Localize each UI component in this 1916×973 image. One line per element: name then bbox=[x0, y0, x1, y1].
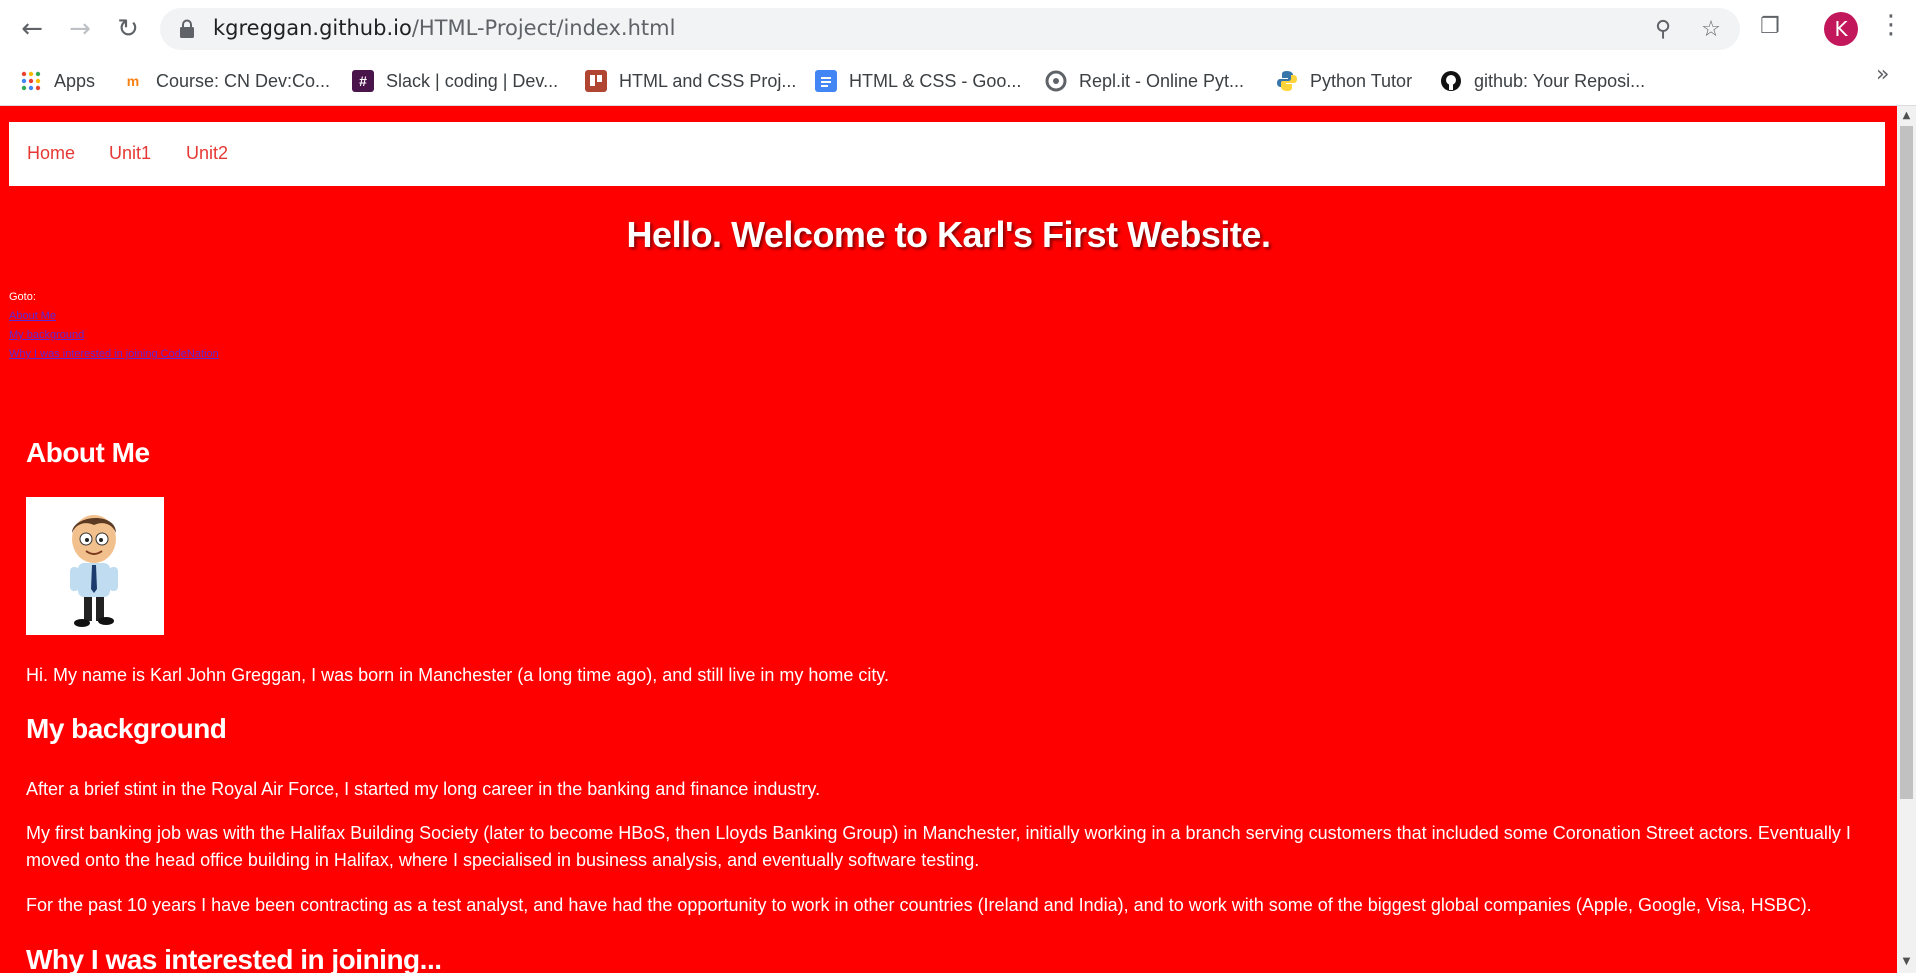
bookmark-label: github: Your Reposi... bbox=[1474, 70, 1646, 91]
site-nav: Home Unit1 Unit2 bbox=[9, 122, 1885, 186]
bookmark-label: Python Tutor bbox=[1310, 70, 1413, 91]
zoom-icon[interactable]: ⚲ bbox=[1650, 16, 1676, 42]
background-heading: My background bbox=[26, 713, 227, 744]
profile-cartoon-image bbox=[26, 497, 164, 635]
background-paragraph-3: For the past 10 years I have been contra… bbox=[26, 895, 1812, 915]
bookmark-google-docs[interactable]: HTML & CSS - Goo... bbox=[815, 66, 1021, 96]
background-paragraph-1: After a brief stint in the Royal Air For… bbox=[26, 779, 821, 799]
bookmark-apps[interactable]: Apps bbox=[20, 66, 95, 96]
python-icon bbox=[1276, 70, 1298, 92]
browser-toolbar: ← → ↻ kgreggan.github.io/HTML-Project/in… bbox=[0, 0, 1916, 58]
nav-unit1-link[interactable]: Unit1 bbox=[109, 143, 151, 164]
bookmarks-overflow-icon[interactable]: » bbox=[1876, 62, 1889, 87]
bookmark-label: Repl.it - Online Pyt... bbox=[1079, 70, 1245, 91]
back-icon[interactable]: ← bbox=[12, 10, 52, 48]
goto-background-link[interactable]: My background bbox=[9, 326, 219, 345]
why-heading: Why I was interested in joining... bbox=[26, 944, 442, 973]
github-icon bbox=[1440, 70, 1462, 92]
goto-label: Goto: bbox=[9, 291, 36, 303]
bookmark-python-tutor[interactable]: Python Tutor bbox=[1276, 66, 1412, 96]
replit-icon bbox=[1045, 70, 1067, 92]
about-heading: About Me bbox=[26, 437, 150, 468]
goto-menu: Goto: About Me My background Why I was i… bbox=[9, 288, 219, 364]
bookmarks-bar: Apps m Course: CN Dev:Co... # Slack | co… bbox=[0, 58, 1916, 106]
scroll-down-icon[interactable]: ▼ bbox=[1897, 956, 1916, 970]
profile-avatar[interactable]: K bbox=[1824, 12, 1858, 46]
url-host: kgreggan.github.io bbox=[213, 16, 412, 40]
nav-unit2-link[interactable]: Unit2 bbox=[186, 143, 228, 164]
bookmark-star-icon[interactable]: ☆ bbox=[1698, 16, 1724, 42]
url-path: /HTML-Project/index.html bbox=[411, 16, 676, 40]
bookmark-slack[interactable]: # Slack | coding | Dev... bbox=[352, 66, 558, 96]
goto-about-link[interactable]: About Me bbox=[9, 307, 219, 326]
about-text: Hi. My name is Karl John Greggan, I was … bbox=[26, 665, 890, 685]
slack-icon: # bbox=[352, 70, 374, 92]
google-docs-icon bbox=[815, 70, 837, 92]
reload-icon[interactable]: ↻ bbox=[108, 10, 148, 48]
lock-icon bbox=[180, 19, 194, 38]
background-paragraph-2: My first banking job was with the Halifa… bbox=[26, 823, 1851, 870]
page-viewport: Home Unit1 Unit2 Hello. Welcome to Karl'… bbox=[0, 106, 1897, 973]
bookmark-trello[interactable]: HTML and CSS Proj... bbox=[585, 66, 796, 96]
bookmark-label: Apps bbox=[54, 70, 96, 91]
bookmark-course[interactable]: m Course: CN Dev:Co... bbox=[122, 66, 330, 96]
scroll-thumb[interactable] bbox=[1900, 126, 1913, 799]
page-title: Hello. Welcome to Karl's First Website. bbox=[626, 214, 1271, 255]
bookmark-label: Course: CN Dev:Co... bbox=[156, 70, 331, 91]
bookmark-replit[interactable]: Repl.it - Online Pyt... bbox=[1045, 66, 1244, 96]
url-text[interactable]: kgreggan.github.io/HTML-Project/index.ht… bbox=[213, 16, 675, 40]
forward-icon[interactable]: → bbox=[60, 10, 100, 48]
address-bar[interactable]: kgreggan.github.io/HTML-Project/index.ht… bbox=[160, 8, 1740, 50]
bookmark-github[interactable]: github: Your Reposi... bbox=[1440, 66, 1645, 96]
nav-home-link[interactable]: Home bbox=[27, 143, 75, 164]
apps-grid-icon bbox=[20, 70, 42, 92]
page-scrollbar[interactable]: ▲ ▼ bbox=[1897, 106, 1916, 973]
goto-why-link[interactable]: Why I was interested in joining CodeNati… bbox=[9, 345, 219, 364]
browser-menu-icon[interactable]: ⋮ bbox=[1878, 10, 1904, 40]
bookmark-label: Slack | coding | Dev... bbox=[386, 70, 559, 91]
moodle-icon: m bbox=[126, 73, 140, 89]
scroll-up-icon[interactable]: ▲ bbox=[1897, 110, 1916, 124]
bookmark-label: HTML & CSS - Goo... bbox=[849, 70, 1022, 91]
trello-icon bbox=[585, 70, 607, 92]
bookmark-label: HTML and CSS Proj... bbox=[619, 70, 797, 91]
extensions-icon[interactable]: ❐ bbox=[1760, 14, 1780, 39]
